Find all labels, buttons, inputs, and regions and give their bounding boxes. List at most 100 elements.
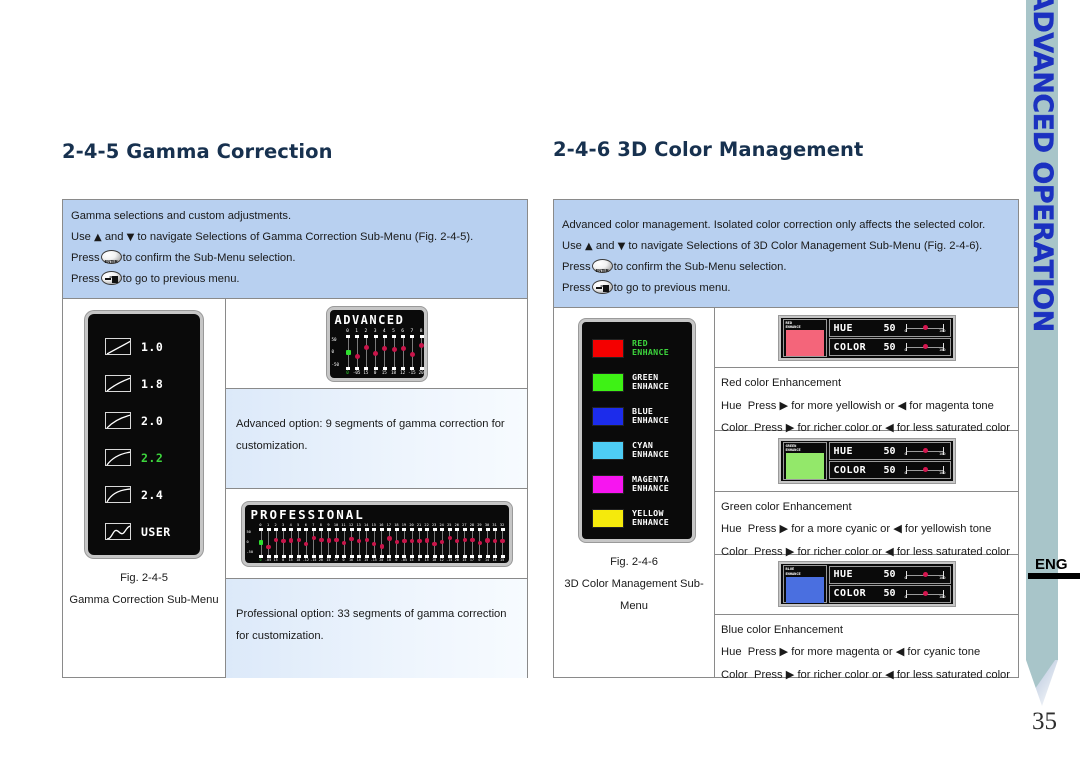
slider-knob[interactable] [391, 346, 397, 352]
gamma-menu-item[interactable]: 1.8 [88, 365, 200, 402]
slider-end-cap [392, 334, 396, 338]
slider-track[interactable] [366, 528, 368, 557]
hue-slider[interactable]: 0 100 [904, 444, 946, 458]
color-slider[interactable]: 0 100 [904, 463, 946, 477]
slider-track[interactable] [298, 528, 300, 557]
text: for a more cyanic or [791, 523, 891, 536]
color-row[interactable]: COLOR 50 0 100 [828, 338, 951, 357]
color-menu-item[interactable]: YELLOW ENHANCE [582, 501, 692, 535]
slider-track[interactable] [388, 528, 390, 557]
slider-scale-label: -50 [246, 549, 254, 554]
slider-track[interactable] [393, 335, 395, 369]
slider-knob[interactable] [500, 538, 505, 544]
slider-track[interactable] [365, 335, 367, 369]
hue-row[interactable]: HUE 50 0 100 [828, 565, 951, 584]
color-slider[interactable]: 0 100 [904, 340, 946, 354]
slider-track[interactable] [471, 528, 473, 557]
slider-thumb[interactable] [922, 448, 928, 454]
advanced-description: Advanced option: 9 segments of gamma cor… [226, 389, 527, 489]
slider-knob[interactable] [379, 544, 384, 549]
text: Press [747, 523, 777, 536]
slider-track[interactable] [381, 528, 383, 557]
text: Hue [721, 646, 742, 659]
hue-slider[interactable]: 0 100 [904, 568, 946, 582]
slider-knob[interactable] [319, 537, 324, 543]
hue-slider[interactable]: 0 100 [904, 321, 946, 335]
text: for richer color or [797, 668, 882, 681]
color-menu-item[interactable]: MAGENTA ENHANCE [582, 467, 692, 501]
slider-track[interactable] [384, 335, 386, 369]
slider-knob[interactable] [417, 538, 422, 544]
slider-knob[interactable] [409, 352, 415, 357]
slider-max-label: 100 [939, 471, 946, 476]
slider-thumb[interactable] [922, 325, 928, 331]
advanced-gamma-osd[interactable]: ADVANCED 50 0 -50 0 0 1 -05 2 15 3 0 4 15 5 18 6 12 7 -15 8… [326, 306, 427, 381]
slider-knob[interactable] [424, 538, 430, 543]
slider-knob[interactable] [258, 540, 264, 545]
slider-track[interactable] [320, 528, 322, 557]
slider-track[interactable] [268, 528, 270, 557]
color-adjust-osd[interactable]: RED ENHANCE HUE 50 0 100 COLOR 50 0 100 [778, 315, 955, 360]
color-slider[interactable]: 0 100 [904, 587, 946, 601]
enter-button-icon [100, 250, 122, 271]
slider-knob[interactable] [334, 537, 339, 542]
slider-track[interactable] [356, 335, 358, 369]
color-intro-line-2: Use ▲ and ▼ to navigate Selections of 3D… [562, 237, 1010, 256]
slider-max-label: 100 [939, 452, 946, 457]
gamma-menu-item[interactable]: 2.4 [88, 476, 200, 513]
color-menu-item[interactable]: CYAN ENHANCE [582, 433, 692, 467]
slider-track[interactable] [313, 528, 315, 557]
slider-thumb[interactable] [922, 467, 928, 473]
slider-thumb[interactable] [922, 344, 928, 350]
slider-knob[interactable] [354, 354, 360, 359]
slider-knob[interactable] [363, 344, 369, 350]
slider-knob[interactable] [432, 541, 437, 547]
page-title-gamma: 2-4-5 Gamma Correction [62, 140, 333, 163]
hue-row[interactable]: HUE 50 0 100 [828, 319, 951, 338]
slider-knob[interactable] [470, 537, 475, 543]
color-menu-item[interactable]: GREEN ENHANCE [582, 365, 692, 399]
slider-thumb[interactable] [922, 571, 928, 577]
color-adjust-osd[interactable]: GREEN ENHANCE HUE 50 0 100 COLOR 50 0 100 [778, 438, 955, 483]
color-row[interactable]: COLOR 50 0 100 [828, 584, 951, 603]
color-description-title: Red color Enhancement [721, 377, 842, 390]
gamma-osd-menu[interactable]: 1.0 1.8 2.0 2.2 2.4 USER [85, 311, 203, 558]
color-row[interactable]: COLOR 50 0 100 [828, 461, 951, 480]
slider-track[interactable] [402, 335, 404, 369]
page-number: 35 [1032, 708, 1057, 735]
slider-max-label: 100 [939, 329, 946, 334]
slider-track[interactable] [449, 528, 451, 557]
slider-thumb[interactable] [922, 590, 928, 596]
gamma-menu-item[interactable]: 2.0 [88, 402, 200, 439]
slider-knob[interactable] [326, 538, 332, 543]
slider-knob[interactable] [289, 538, 294, 543]
color-menu-item[interactable]: RED ENHANCE [582, 331, 692, 365]
slider-knob[interactable] [394, 539, 400, 544]
slider-knob[interactable] [387, 536, 392, 541]
slider-knob[interactable] [345, 349, 351, 355]
slider-knob[interactable] [373, 350, 379, 356]
osd-adjust-rows: HUE 50 0 100 COLOR 50 0 100 [828, 442, 951, 480]
gamma-intro-line-1: Gamma selections and custom adjustments. [71, 210, 292, 222]
gamma-menu-item[interactable]: 2.2 [88, 439, 200, 476]
hue-row[interactable]: HUE 50 0 100 [828, 442, 951, 461]
color-menu-item[interactable]: BLUE ENHANCE [582, 399, 692, 433]
color-adjust-osd[interactable]: BLUE ENHANCE HUE 50 0 100 COLOR 50 0 100 [778, 562, 955, 607]
color-label: COLOR [833, 588, 867, 600]
slider-track[interactable] [464, 528, 466, 557]
gamma-menu-item[interactable]: 1.0 [88, 328, 200, 365]
gamma-menu-item[interactable]: USER [88, 513, 200, 550]
osd-adjust-rows: HUE 50 0 100 COLOR 50 0 100 [828, 319, 951, 357]
osd-color-name-line2: ENHANCE [785, 324, 801, 329]
slider-knob[interactable] [400, 346, 406, 351]
color-osd-menu[interactable]: RED ENHANCE GREEN ENHANCE BLUE ENHANCE CYAN ENH… [579, 319, 695, 542]
slider-track[interactable] [421, 335, 423, 369]
slider-knob[interactable] [485, 538, 490, 543]
professional-gamma-osd[interactable]: PROFESSIONAL 50 0 -50 0 0 1 -05 2 15 3 0 4 15 5 18 6 -12… [241, 501, 512, 566]
slider-knob[interactable] [364, 537, 369, 542]
slider-track[interactable] [336, 528, 337, 557]
slider-end-cap [319, 527, 324, 531]
right-arrow-icon: ▶ [779, 645, 789, 659]
slider-track[interactable] [351, 528, 353, 557]
slider-track[interactable] [275, 528, 277, 557]
